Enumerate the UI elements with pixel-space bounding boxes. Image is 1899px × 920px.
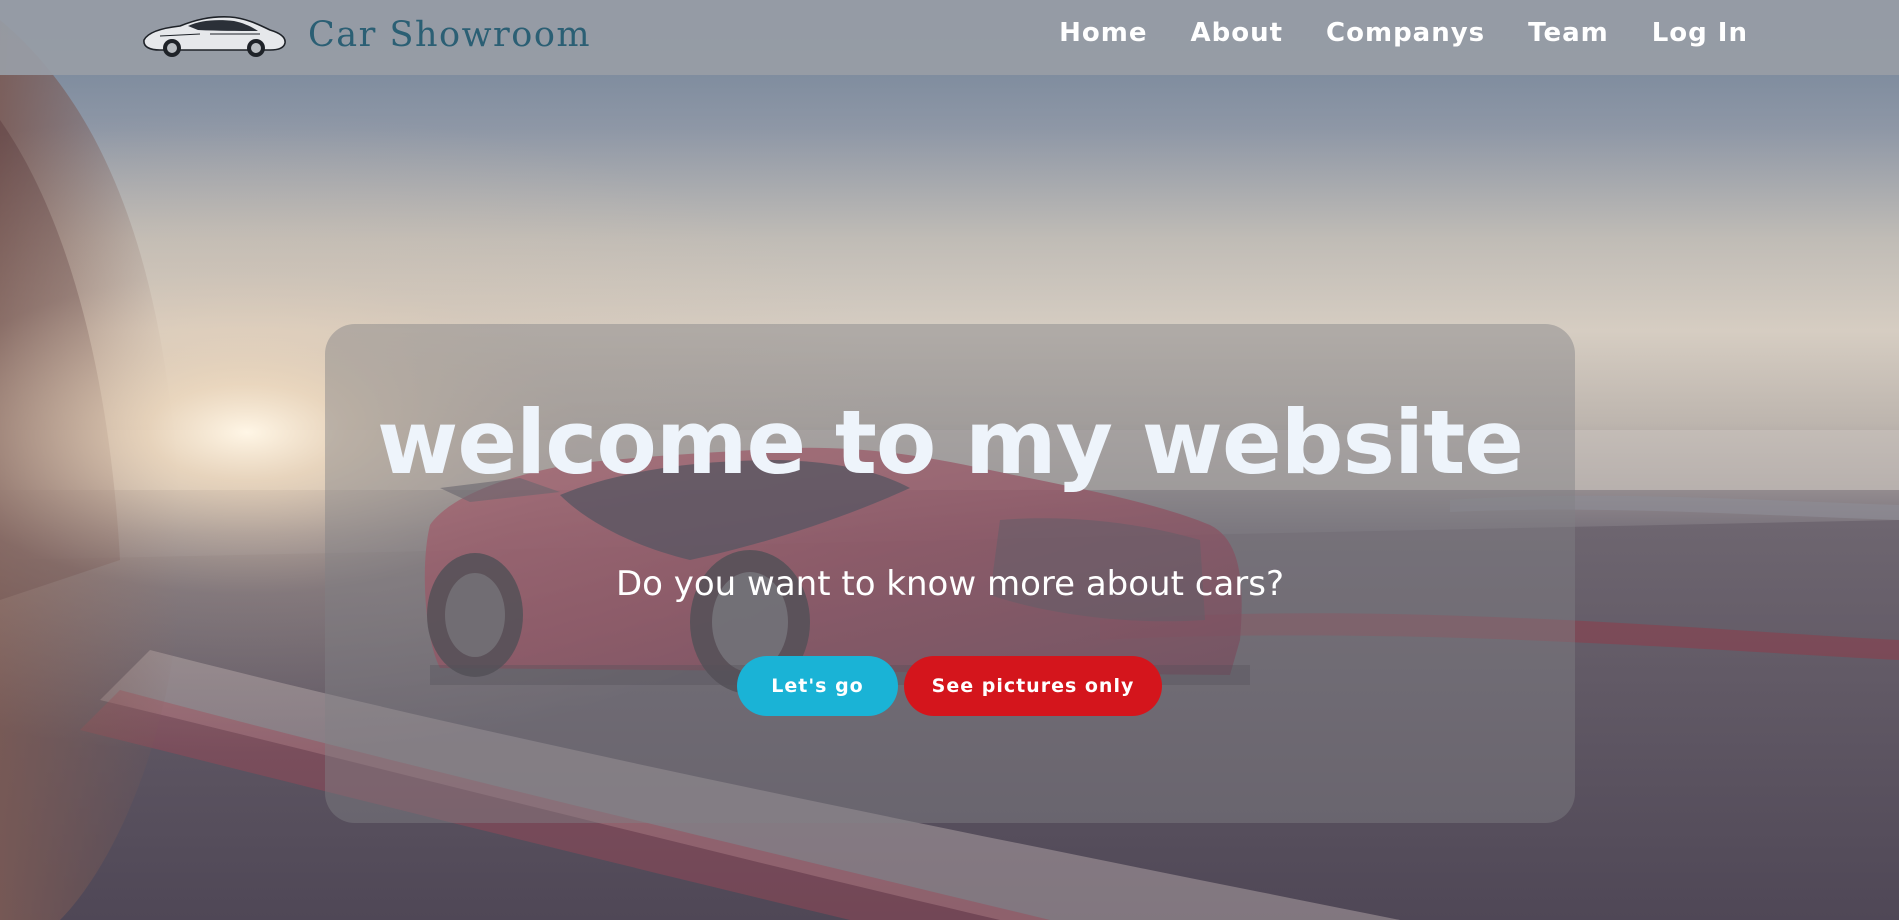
hero-button-row: Let's go See pictures only xyxy=(737,656,1162,716)
lets-go-button[interactable]: Let's go xyxy=(737,656,898,716)
nav-link-about[interactable]: About xyxy=(1190,18,1283,48)
nav-link-team[interactable]: Team xyxy=(1528,18,1609,48)
hero-title: welcome to my website xyxy=(377,391,1524,494)
see-pictures-button[interactable]: See pictures only xyxy=(904,656,1162,716)
hero-card: welcome to my website Do you want to kno… xyxy=(325,324,1575,823)
nav-link-login[interactable]: Log In xyxy=(1652,18,1748,48)
brand-name: Car Showroom xyxy=(308,15,592,55)
nav-menu: Home About Companys Team Log In xyxy=(1016,18,1748,48)
nav-link-home[interactable]: Home xyxy=(1059,18,1147,48)
car-logo-icon xyxy=(143,16,286,57)
brand[interactable]: Car Showroom xyxy=(140,10,591,60)
top-navbar: Car Showroom Home About Companys Team Lo… xyxy=(0,0,1899,75)
nav-link-companys[interactable]: Companys xyxy=(1326,18,1485,48)
hero-subtitle: Do you want to know more about cars? xyxy=(615,564,1285,604)
